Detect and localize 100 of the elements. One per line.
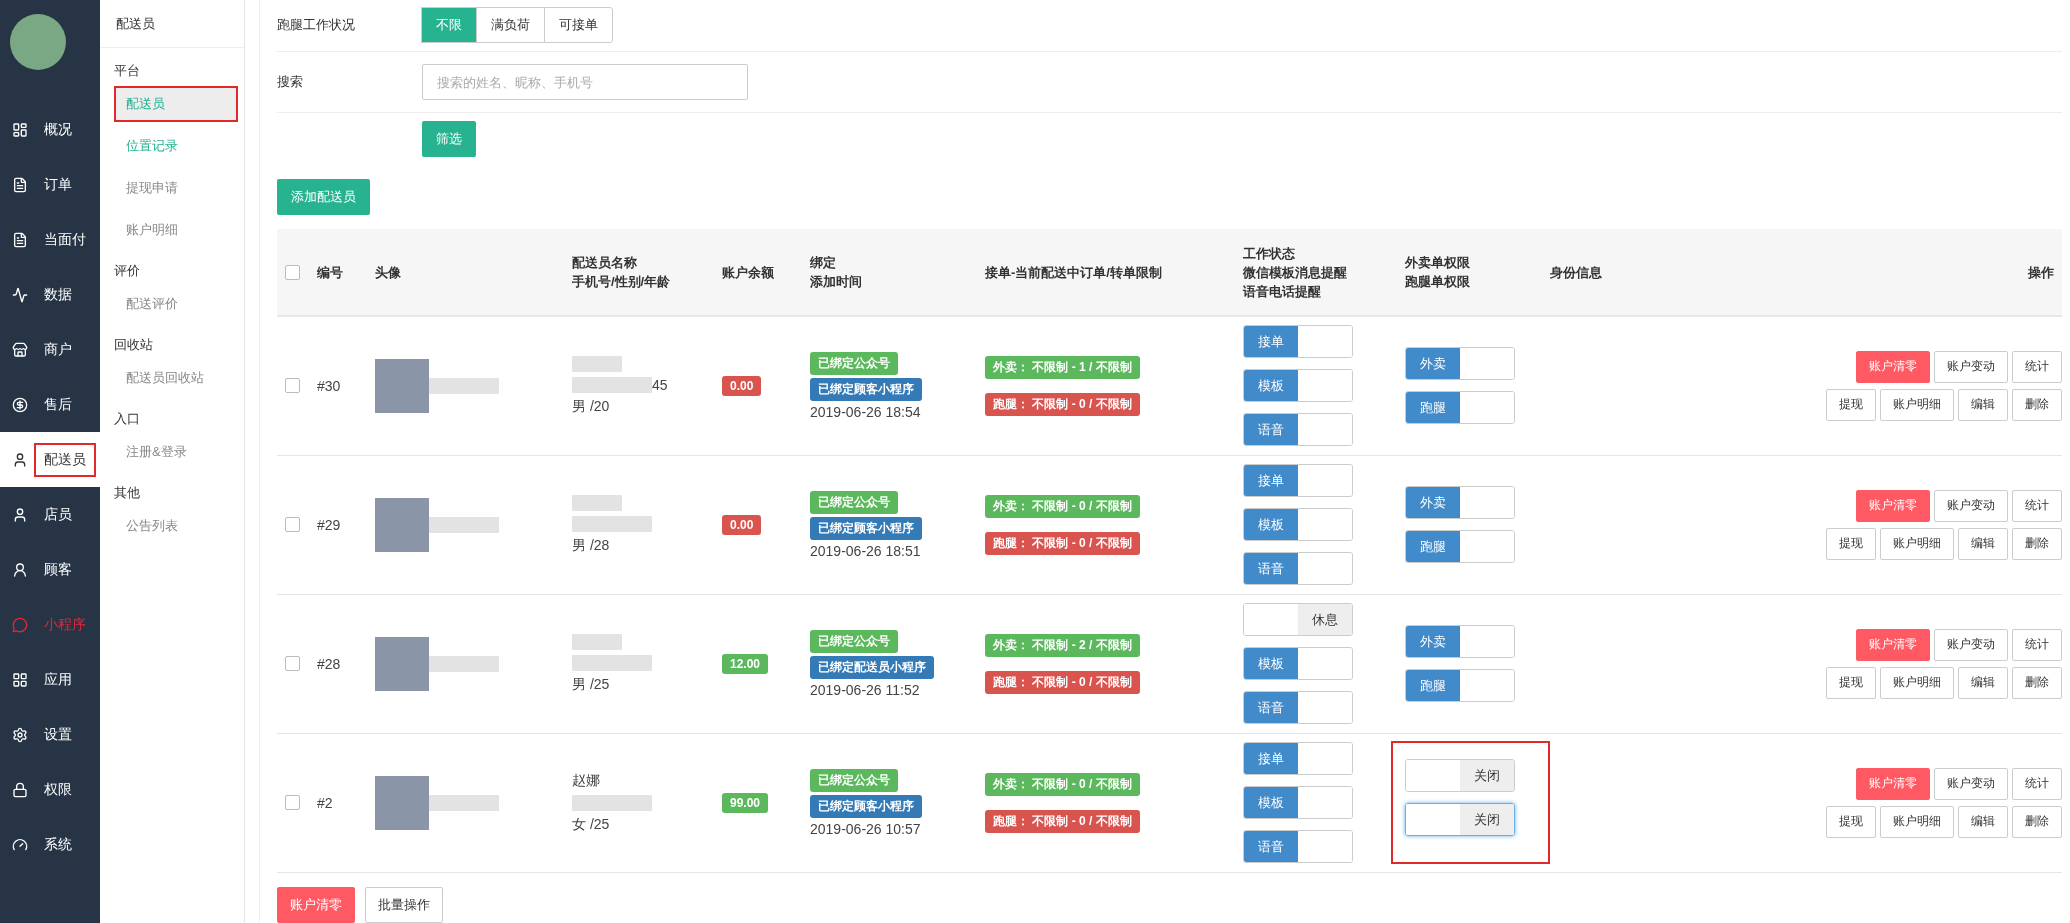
subnav-item[interactable]: 注册&登录 <box>114 434 238 470</box>
nav-item[interactable]: 配送员 <box>0 432 100 487</box>
nav-label: 权限 <box>43 779 73 799</box>
nav-item[interactable]: 系统 <box>0 817 100 872</box>
nav-item[interactable]: 数据 <box>0 267 100 322</box>
bulk-button[interactable]: 批量操作 <box>365 887 443 923</box>
nav-label: 售后 <box>43 394 73 414</box>
nav-label: 设置 <box>43 724 73 744</box>
filter-label: 搜索 <box>277 73 304 91</box>
toggle-switch[interactable]: 休息 <box>1243 603 1353 637</box>
toggle-switch[interactable]: 关闭 <box>1405 803 1515 837</box>
limit-tag: 外卖： 不限制 - 0 / 不限制 <box>985 773 1140 796</box>
nav-item[interactable]: 店员 <box>0 487 100 542</box>
action-button[interactable]: 统计 <box>2012 350 2062 383</box>
toggle-switch[interactable]: 接单 <box>1243 464 1353 498</box>
action-button[interactable]: 统计 <box>2012 768 2062 800</box>
toggle-switch[interactable]: 模板 <box>1243 369 1353 403</box>
toggle-switch[interactable]: 外卖 <box>1405 347 1515 381</box>
nav-item[interactable]: 顾客 <box>0 542 100 597</box>
column-header: 工作状态 微信模板消息提醒 语音电话提醒 <box>1243 244 1348 301</box>
toggle-switch[interactable]: 跑腿 <box>1405 530 1515 564</box>
lock-icon <box>12 781 28 798</box>
action-button[interactable]: 提现 <box>1826 666 1876 699</box>
column-header: 编号 <box>317 263 344 282</box>
nav-label: 应用 <box>43 669 73 689</box>
gender-age: 男 /28 <box>572 536 610 555</box>
checkbox[interactable] <box>285 656 300 672</box>
toggle-switch[interactable]: 语音 <box>1243 691 1353 725</box>
toggle-switch[interactable]: 语音 <box>1243 830 1353 864</box>
action-button[interactable]: 账户明细 <box>1880 806 1954 838</box>
nav-label: 订单 <box>43 174 73 194</box>
limit-tag: 跑腿： 不限制 - 0 / 不限制 <box>985 531 1140 555</box>
nav-item[interactable]: 商户 <box>0 322 100 377</box>
action-button[interactable]: 账户明细 <box>1880 666 1954 699</box>
phone-text: 45 <box>652 376 668 393</box>
toggle-switch[interactable]: 语音 <box>1243 413 1353 447</box>
toggle-switch[interactable]: 跑腿 <box>1405 391 1515 425</box>
toggle-switch[interactable]: 模板 <box>1243 786 1353 820</box>
subnav-item[interactable]: 提现申请 <box>114 170 238 206</box>
action-button[interactable]: 账户变动 <box>1934 350 2008 383</box>
toggle-switch[interactable]: 外卖 <box>1405 625 1515 659</box>
binding-tag: 已绑定顾客小程序 <box>810 795 922 818</box>
nav-item[interactable]: 订单 <box>0 157 100 212</box>
nav-item[interactable]: 应用 <box>0 652 100 707</box>
nav-item[interactable]: 权限 <box>0 762 100 817</box>
action-button[interactable]: 统计 <box>2012 628 2062 661</box>
toggle-switch[interactable]: 接单 <box>1243 325 1353 359</box>
action-button[interactable]: 账户明细 <box>1880 527 1954 560</box>
list-icon <box>12 176 28 193</box>
action-button[interactable]: 编辑 <box>1958 388 2008 421</box>
user-icon <box>12 451 28 468</box>
dashboard-icon <box>12 121 28 138</box>
nav-item[interactable]: 当面付 <box>0 212 100 267</box>
user-icon <box>12 561 28 578</box>
toggle-switch[interactable]: 关闭 <box>1405 759 1515 793</box>
checkbox[interactable] <box>285 517 300 533</box>
toggle-switch[interactable]: 模板 <box>1243 508 1353 542</box>
nav-item[interactable]: 售后 <box>0 377 100 432</box>
store-icon <box>12 341 28 358</box>
status-tab[interactable]: 可接单 <box>544 7 613 44</box>
search-field[interactable]: 搜索的姓名、昵称、手机号 <box>422 64 748 100</box>
action-button[interactable]: 账户明细 <box>1880 388 1954 421</box>
toggle-switch[interactable]: 外卖 <box>1405 486 1515 520</box>
action-button[interactable]: 账户变动 <box>1934 628 2008 661</box>
action-button[interactable]: 删除 <box>2012 527 2062 560</box>
action-button[interactable]: 删除 <box>2012 806 2062 838</box>
binding-tag: 已绑定配送员小程序 <box>810 655 934 679</box>
nav-item[interactable]: 概况 <box>0 102 100 157</box>
column-header: 头像 <box>375 263 402 282</box>
action-button[interactable]: 提现 <box>1826 388 1876 421</box>
nav-label: 概况 <box>43 119 73 139</box>
subnav-item[interactable]: 配送员回收站 <box>114 360 238 396</box>
subnav-item[interactable]: 公告列表 <box>114 508 238 544</box>
action-button[interactable]: 编辑 <box>1958 527 2008 560</box>
action-button[interactable]: 删除 <box>2012 388 2062 421</box>
status-tab[interactable]: 满负荷 <box>476 7 545 44</box>
action-button[interactable]: 统计 <box>2012 489 2062 522</box>
rider-name: 赵娜 <box>572 772 600 790</box>
checkbox[interactable] <box>285 795 300 811</box>
action-button[interactable]: 删除 <box>2012 666 2062 699</box>
nav-label: 当面付 <box>43 229 87 249</box>
toggle-switch[interactable]: 跑腿 <box>1405 669 1515 703</box>
action-button[interactable]: 提现 <box>1826 806 1876 838</box>
toggle-switch[interactable]: 语音 <box>1243 552 1353 586</box>
toggle-switch[interactable]: 接单 <box>1243 742 1353 776</box>
subnav-item[interactable]: 账户明细 <box>114 212 238 248</box>
photo-placeholder <box>375 636 429 691</box>
toggle-switch[interactable]: 模板 <box>1243 647 1353 681</box>
nav-item[interactable]: 设置 <box>0 707 100 762</box>
checkbox[interactable] <box>285 378 300 394</box>
column-header: 配送员名称 手机号/性别/年龄 <box>572 254 672 292</box>
limit-tag: 外卖： 不限制 - 0 / 不限制 <box>985 494 1140 518</box>
subnav-item[interactable]: 配送评价 <box>114 286 238 322</box>
action-button[interactable]: 编辑 <box>1958 806 2008 838</box>
photo-placeholder <box>375 776 429 830</box>
checkbox[interactable] <box>285 264 300 280</box>
action-button[interactable]: 编辑 <box>1958 666 2008 699</box>
action-button[interactable]: 提现 <box>1826 527 1876 560</box>
action-button[interactable]: 账户变动 <box>1934 489 2008 522</box>
action-button[interactable]: 账户变动 <box>1934 768 2008 800</box>
